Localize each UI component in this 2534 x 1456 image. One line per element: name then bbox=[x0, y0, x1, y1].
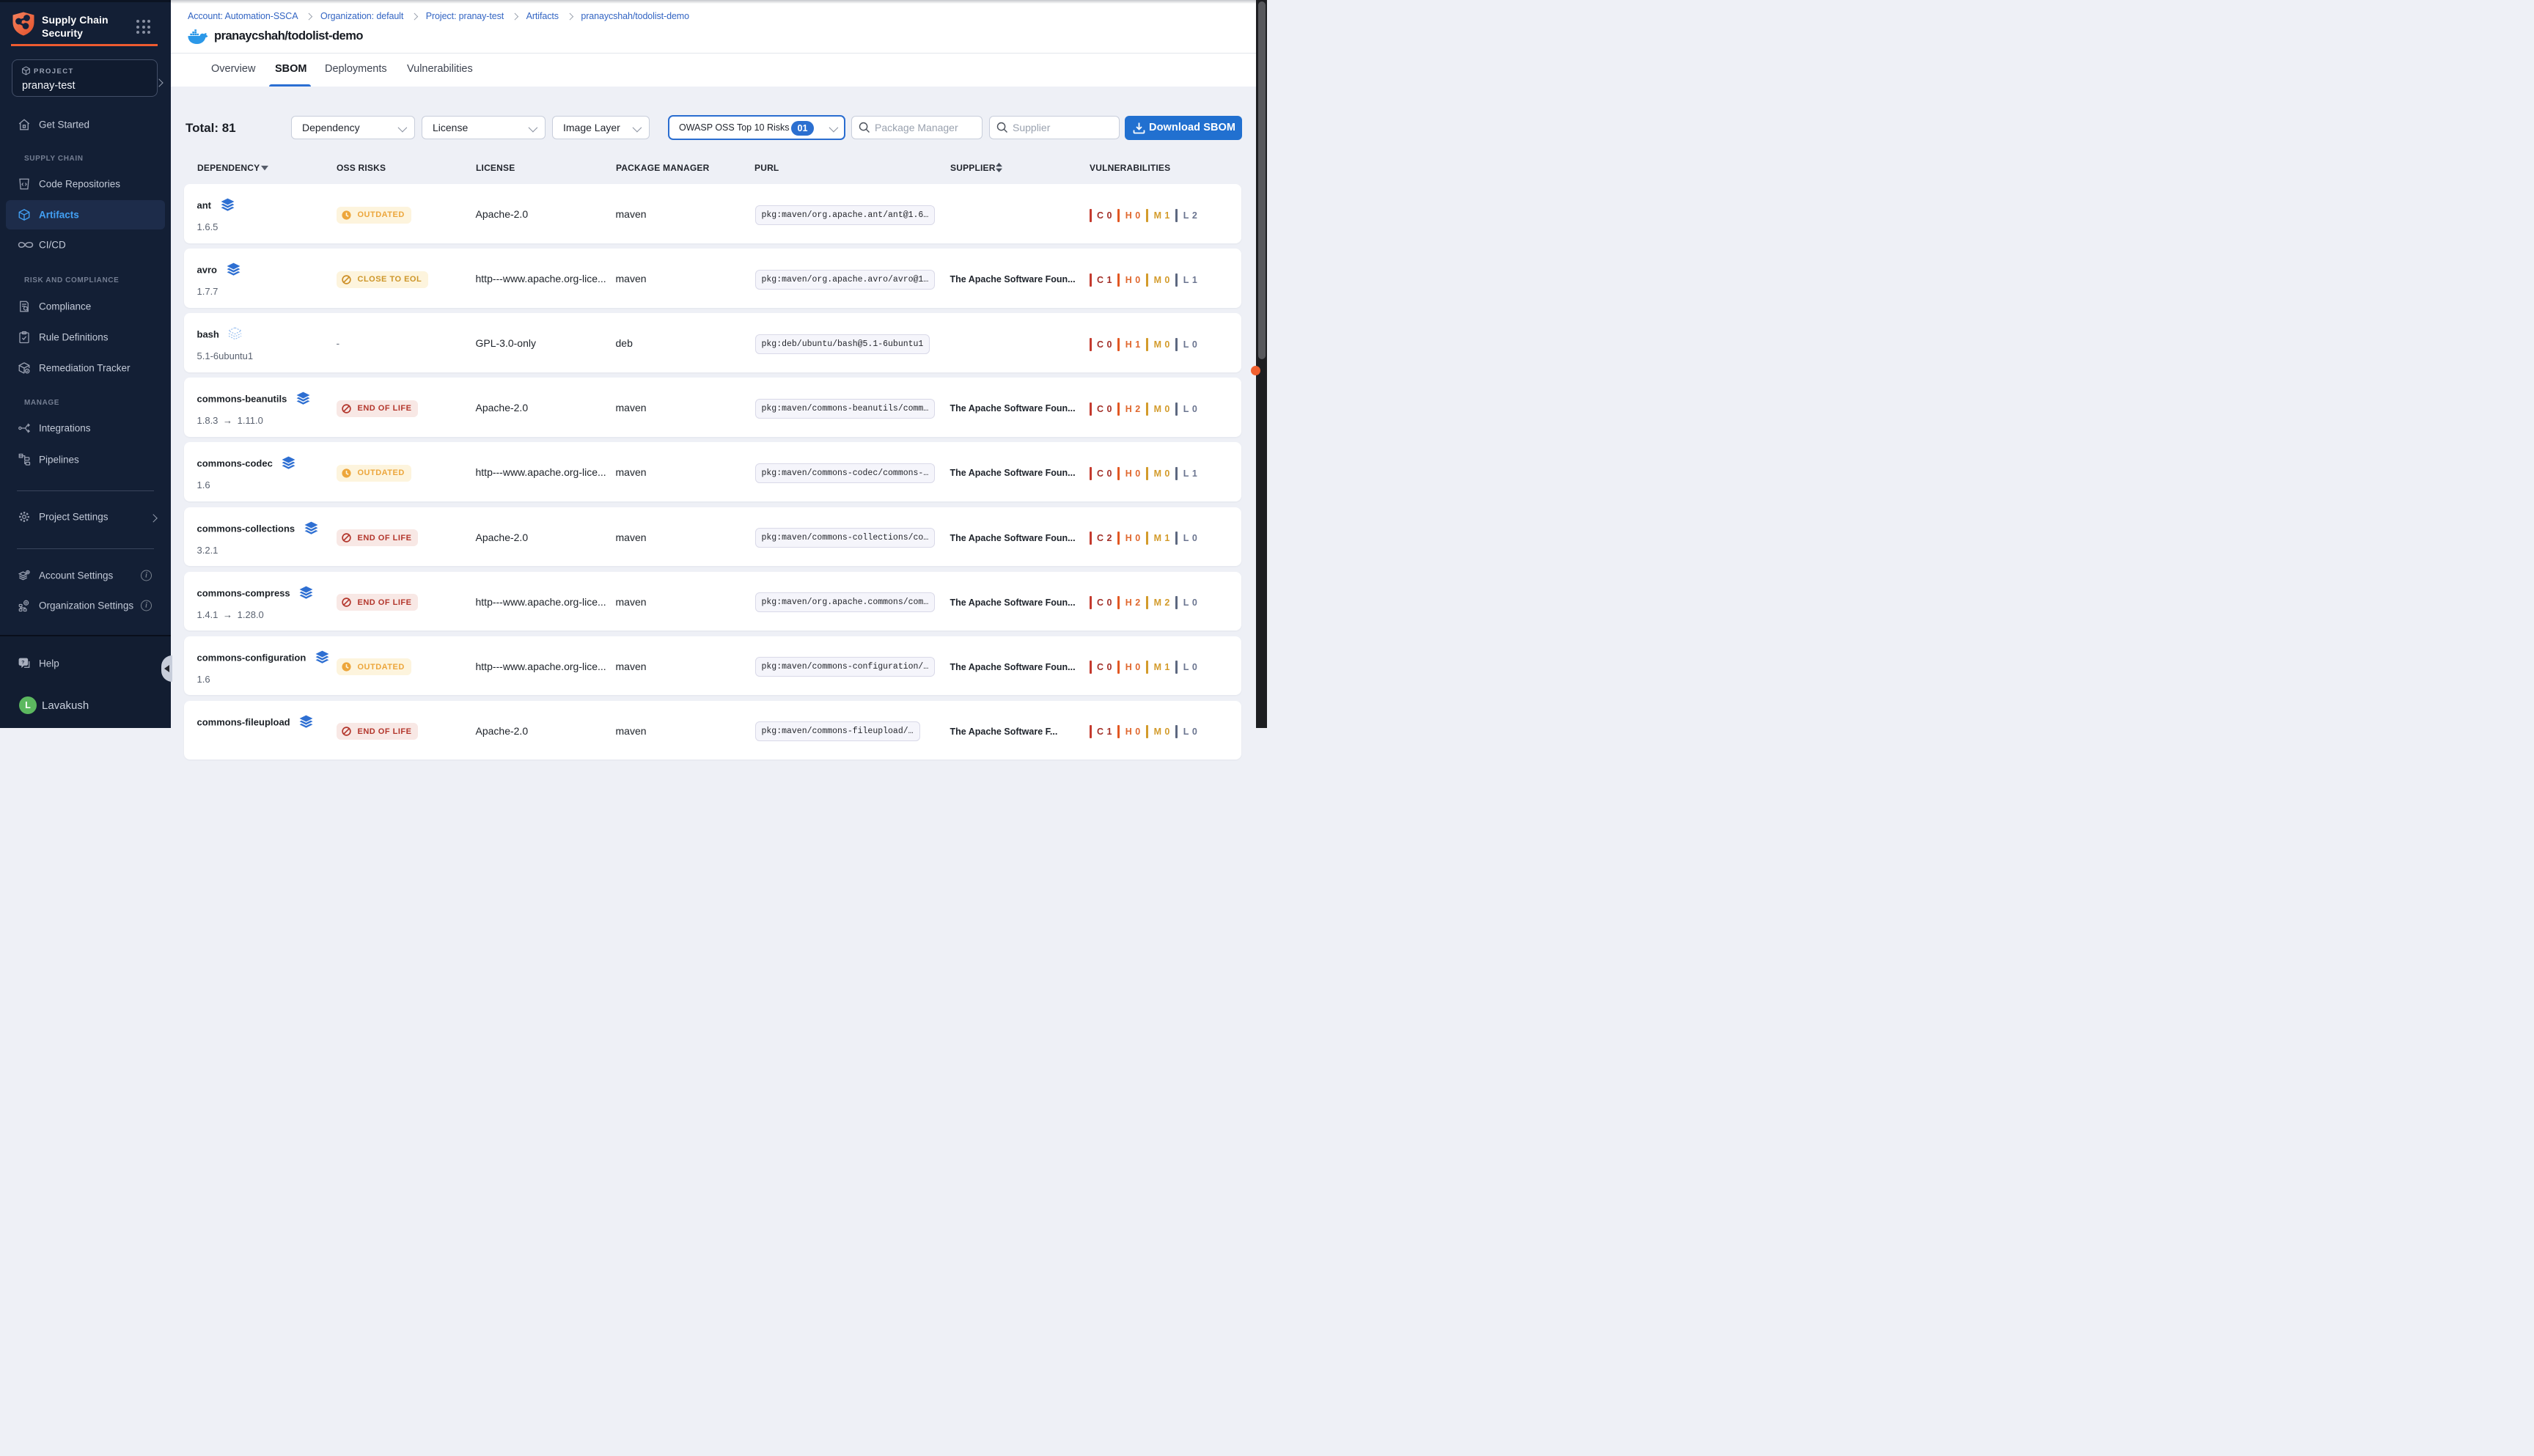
svg-text:?: ? bbox=[21, 660, 24, 665]
